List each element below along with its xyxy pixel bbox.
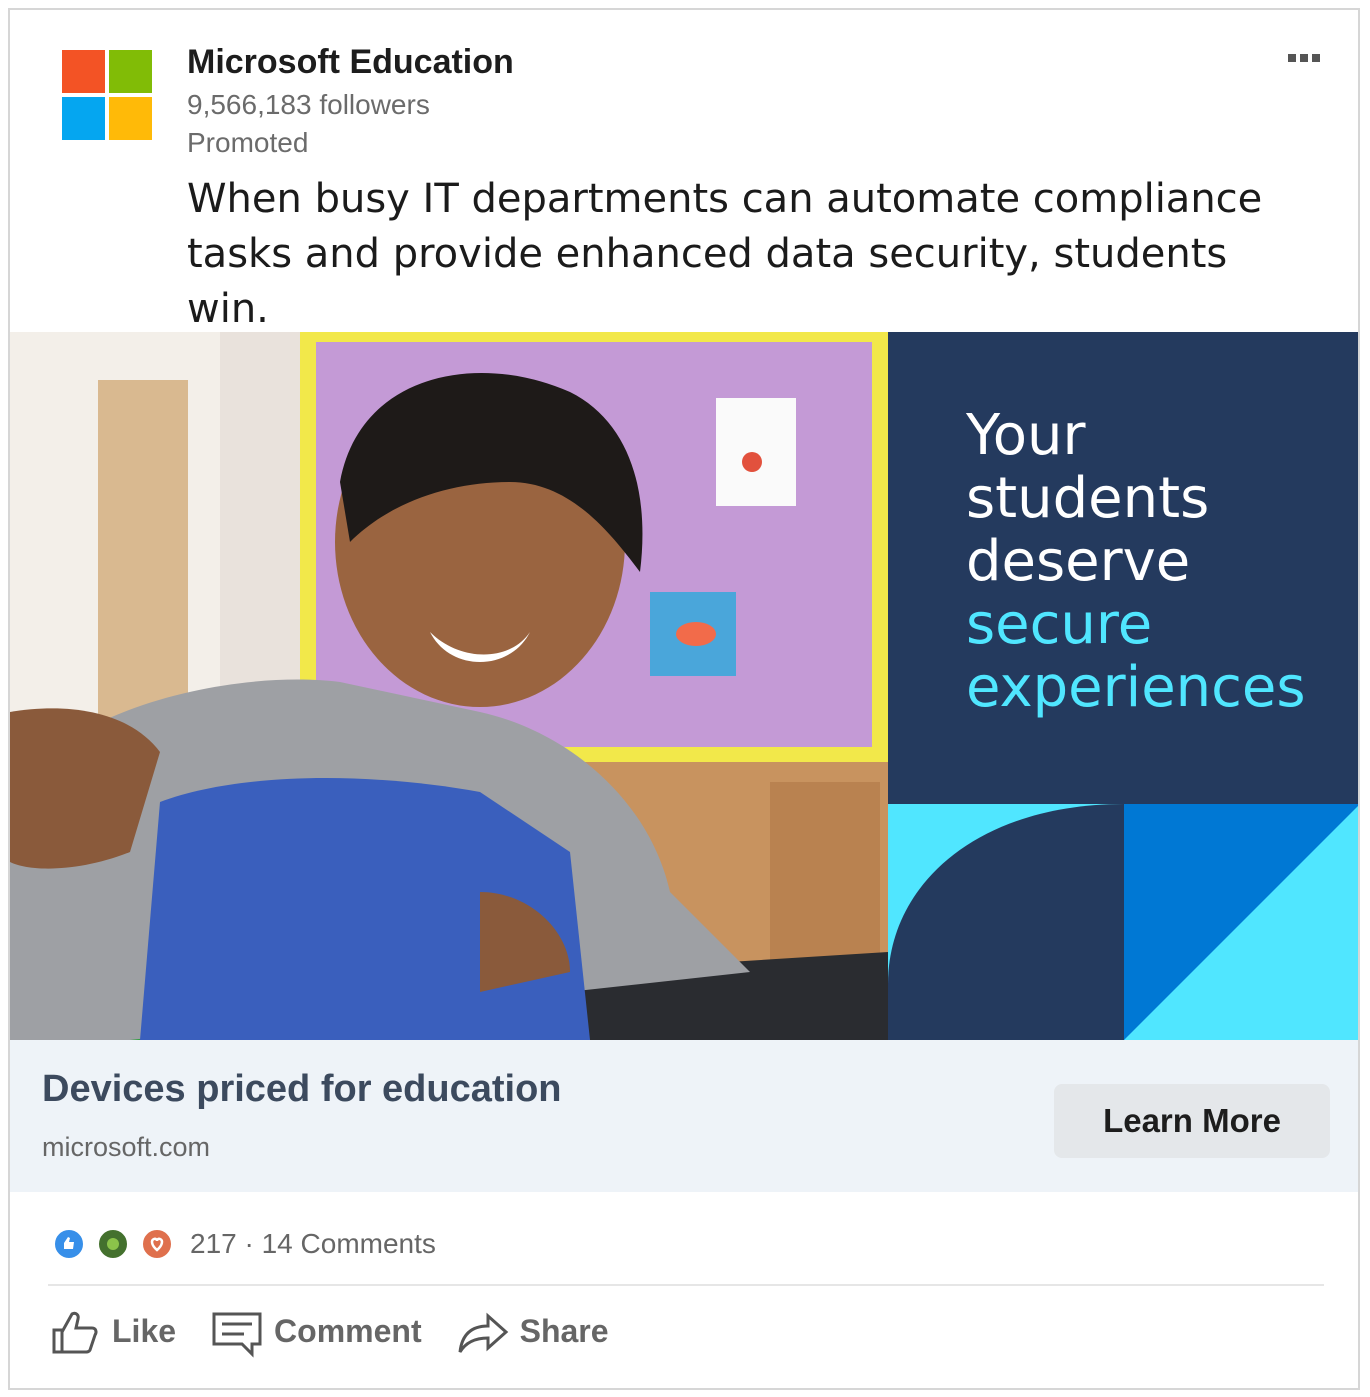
- share-button[interactable]: Share: [456, 1304, 609, 1358]
- thumbs-up-icon: [52, 1311, 98, 1354]
- action-bar: Like Comment Share: [48, 1304, 643, 1358]
- cta-bar[interactable]: Devices priced for education microsoft.c…: [10, 1040, 1358, 1192]
- headline-line: Your: [966, 403, 1086, 468]
- reaction-comment-count[interactable]: 217 · 14 Comments: [190, 1228, 436, 1260]
- like-reaction-icon: [52, 1227, 86, 1261]
- follower-count: 9,566,183 followers: [187, 89, 430, 120]
- comment-label: Comment: [274, 1312, 422, 1349]
- logo-green-square: [109, 50, 152, 93]
- logo-blue-square: [62, 97, 105, 140]
- post-text: When busy IT departments can automate co…: [187, 176, 1263, 332]
- decorative-shapes: [888, 804, 1358, 1040]
- microsoft-logo[interactable]: [62, 50, 154, 142]
- ad-image[interactable]: Your students deserve secure experiences: [10, 332, 1358, 1040]
- comment-icon: [212, 1312, 262, 1358]
- share-arrow-icon: [458, 1312, 508, 1353]
- promoted-label: Promoted: [187, 127, 309, 158]
- logo-red-square: [62, 50, 105, 93]
- student-photo: [10, 332, 888, 1040]
- divider: [48, 1284, 1324, 1286]
- logo-yellow-square: [109, 97, 152, 140]
- learn-more-button[interactable]: Learn More: [1054, 1084, 1330, 1158]
- share-label: Share: [519, 1312, 609, 1349]
- headline-line: experiences: [966, 655, 1306, 720]
- ad-post-card: Microsoft Education 9,566,183 followers …: [8, 8, 1360, 1390]
- company-name[interactable]: Microsoft Education: [187, 43, 514, 82]
- reaction-summary[interactable]: 217 · 14 Comments: [52, 1224, 436, 1264]
- banner-headline: Your students deserve secure experiences: [966, 404, 1306, 719]
- headline-line: secure: [966, 592, 1153, 657]
- headline-panel: Your students deserve secure experiences: [888, 332, 1358, 804]
- comment-button[interactable]: Comment: [210, 1304, 422, 1358]
- celebrate-reaction-icon: [96, 1227, 130, 1261]
- like-button[interactable]: Like: [48, 1304, 176, 1358]
- cta-title[interactable]: Devices priced for education: [42, 1068, 562, 1111]
- headline-line: deserve: [966, 529, 1191, 594]
- headline-line: students: [966, 466, 1210, 531]
- love-reaction-icon: [140, 1227, 174, 1261]
- cta-domain: microsoft.com: [42, 1132, 211, 1162]
- like-label: Like: [112, 1312, 177, 1349]
- more-options-icon[interactable]: [1284, 50, 1320, 62]
